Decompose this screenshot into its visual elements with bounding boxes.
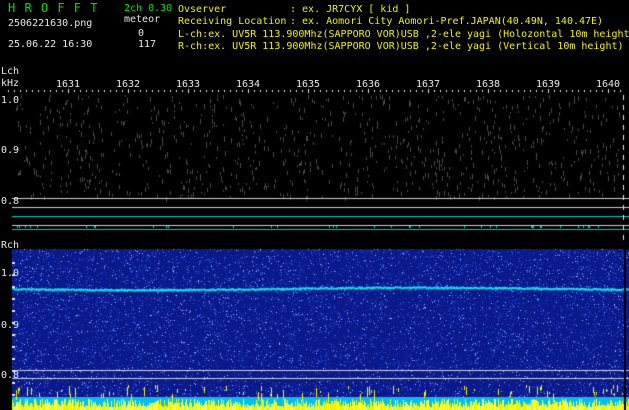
freq-tick-label: 1640 [595,79,621,90]
freq-tick-label: 1637 [415,79,441,90]
freq-tick-label: 1636 [355,79,381,90]
lch-level-label: 0.9 [1,145,20,156]
spectrogram-canvas [0,0,629,410]
meteor-label: meteor [124,14,161,25]
freq-tick-label: 1639 [535,79,561,90]
freq-tick-label: 1638 [475,79,501,90]
location-value: : ex. Aomori City Aomori-Pref.JAPAN(40.4… [290,16,604,27]
observer-value: : ex. JR7CYX [ kid ] [290,4,411,15]
khz-label: kHz [1,78,20,89]
meteor-count-r: 117 [138,39,157,50]
freq-tick-label: 1635 [295,79,321,90]
freq-tick-label: 1631 [55,79,81,90]
rch-info-line: R-ch:ex. UV5R 113.900Mhz(SAPPORO VOR)USB… [178,41,624,52]
rch-label: Rch [1,240,20,251]
freq-tick-label: 1634 [235,79,261,90]
rch-level-label: 0.9 [1,320,20,331]
freq-tick-label: 1633 [175,79,201,90]
rch-level-label: 1.0 [1,268,20,279]
observer-key: Ovserver [178,4,227,15]
filename-label: 2506221630.png [8,18,93,29]
lch-label: Lch [1,66,20,77]
datetime-label: 25.06.22 16:30 [8,39,93,50]
lch-info-line: L-ch:ex. UV5R 113.900Mhz(SAPPORO VOR)USB… [178,29,629,40]
app-title: H R O F F T [8,1,99,15]
lch-level-label: 1.0 [1,95,20,106]
lch-level-label: 0.8 [1,196,20,207]
location-key: Receiving Location [178,16,287,27]
rch-level-label: 0.8 [1,370,20,381]
freq-tick-label: 1632 [115,79,141,90]
